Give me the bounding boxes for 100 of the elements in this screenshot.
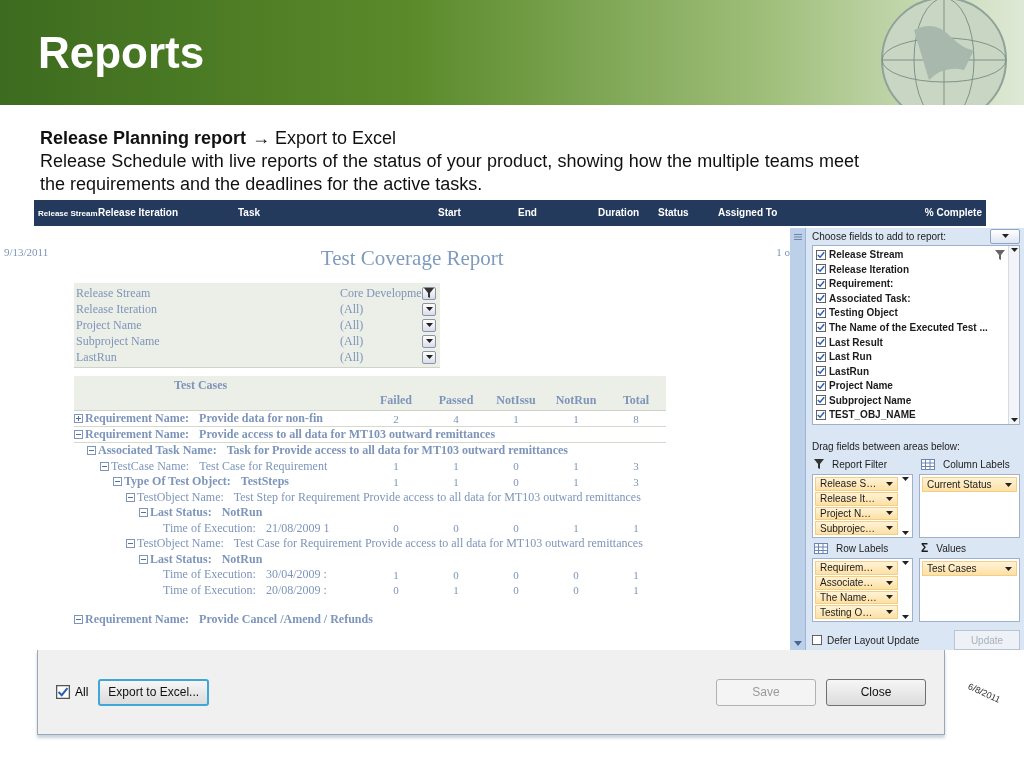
- row-value: 21/08/2009 1: [265, 520, 330, 536]
- column-header: Start: [438, 207, 462, 219]
- filter-label: Project Name: [76, 317, 143, 333]
- field-label[interactable]: Subproject Name: [829, 394, 1005, 406]
- row-label: Time of Execution:: [163, 582, 256, 598]
- field-label[interactable]: Release Stream: [829, 249, 992, 261]
- expand-icon[interactable]: [74, 414, 83, 423]
- drop-area[interactable]: Release S… Release It… Project N… Subprojec…: [812, 474, 913, 538]
- checkbox-label: All: [75, 685, 89, 699]
- collapse-icon[interactable]: [126, 539, 135, 549]
- field-chip[interactable]: Release It…: [815, 491, 898, 506]
- caret-icon: [886, 496, 893, 501]
- field-label[interactable]: Requirement:: [829, 278, 1005, 290]
- drop-area[interactable]: Current Status: [919, 474, 1020, 538]
- report-title: Test Coverage Report: [320, 246, 504, 271]
- checkbox[interactable]: [56, 685, 70, 699]
- checkbox[interactable]: [816, 293, 826, 304]
- field-chip[interactable]: Project N…: [815, 506, 898, 521]
- field-chip[interactable]: Testing O…: [815, 605, 898, 619]
- export-button[interactable]: Export to Excel...: [98, 678, 210, 706]
- field-chip[interactable]: Subprojec…: [815, 521, 898, 535]
- table-cell-text: 1: [572, 522, 580, 535]
- drop-area[interactable]: Test Cases: [919, 558, 1020, 622]
- caret-icon: [425, 307, 433, 311]
- dialog-button[interactable]: Close: [826, 678, 926, 706]
- column-header: NotIssu: [495, 393, 537, 408]
- table-cell-text: 0: [392, 522, 400, 535]
- table-cell-text: 0: [572, 584, 580, 597]
- caret-icon: [1005, 482, 1012, 487]
- checkbox[interactable]: [816, 337, 826, 347]
- row-label: Associated Task Name:: [98, 443, 217, 459]
- field-label[interactable]: Testing Object: [829, 307, 1005, 319]
- row-value: Provide access to all data for MT103 outward remittances: [199, 427, 496, 442]
- filter-dropdown[interactable]: [422, 286, 436, 300]
- field-label[interactable]: Release Iteration: [829, 263, 1005, 275]
- table-cell-text: 0: [512, 584, 520, 597]
- checkbox[interactable]: [812, 635, 822, 645]
- collapse-icon[interactable]: [113, 477, 122, 487]
- column-header: Failed: [379, 393, 413, 408]
- filter-dropdown[interactable]: [422, 350, 436, 364]
- field-chip[interactable]: Test Cases: [922, 561, 1017, 576]
- field-label[interactable]: Last Result: [829, 336, 1005, 348]
- collapse-icon[interactable]: [100, 461, 109, 471]
- filter-value: (All): [340, 349, 365, 365]
- field-label[interactable]: Associated Task:: [829, 292, 1005, 304]
- column-header: Duration: [598, 207, 641, 219]
- filter-dropdown[interactable]: [422, 302, 436, 316]
- field-label[interactable]: Last Run: [829, 351, 1005, 363]
- checkbox[interactable]: [816, 351, 826, 362]
- field-chip[interactable]: The Name…: [815, 590, 898, 605]
- row-value: TestSteps: [240, 474, 289, 490]
- field-chip[interactable]: Associate…: [815, 575, 898, 590]
- collapse-icon[interactable]: [139, 554, 148, 564]
- caret-icon: [886, 595, 893, 600]
- table-cell-text: 4: [452, 412, 460, 425]
- field-chip[interactable]: Release S…: [815, 477, 898, 491]
- table-cell-text: 1: [572, 475, 580, 488]
- checkbox[interactable]: [816, 249, 826, 260]
- field-label[interactable]: The Name of the Executed Test ...: [829, 322, 1005, 333]
- area-title: Row Labels: [836, 542, 889, 554]
- field-label[interactable]: LastRun: [829, 365, 1005, 377]
- checkbox[interactable]: [816, 366, 826, 377]
- table-cell-text: 0: [452, 522, 460, 535]
- row-value: 20/08/2009 :: [265, 582, 327, 598]
- collapse-icon[interactable]: [139, 508, 148, 518]
- checkbox[interactable]: [816, 395, 826, 406]
- field-label[interactable]: Project Name: [829, 380, 1005, 392]
- filter-label: LastRun: [76, 349, 118, 365]
- row-label: Requirement Name:: [85, 411, 190, 426]
- layout-button[interactable]: [990, 228, 1020, 244]
- collapse-icon[interactable]: [87, 446, 96, 456]
- checkbox-label: Defer Layout Update: [827, 634, 920, 646]
- row-value: Task for Provide access to all data for MT103 outward remittances: [226, 443, 568, 459]
- checkbox[interactable]: [816, 264, 826, 275]
- checkbox[interactable]: [816, 322, 826, 333]
- row-value: Provide data for non-fin: [199, 411, 323, 426]
- collapse-icon[interactable]: [74, 615, 83, 625]
- table-cell-text: 0: [452, 568, 460, 581]
- scrollbar[interactable]: [790, 228, 806, 650]
- filter-dropdown[interactable]: [422, 318, 436, 332]
- table-cell-text: 1: [392, 475, 400, 488]
- filter-dropdown[interactable]: [422, 334, 436, 348]
- field-chip[interactable]: Current Status: [922, 477, 1017, 492]
- row-value: NotRun: [221, 505, 263, 521]
- scroll-down-icon[interactable]: [793, 641, 802, 646]
- export-link[interactable]: → Export to Excel: [252, 127, 397, 150]
- field-chip[interactable]: Requirem…: [815, 561, 898, 575]
- checkbox[interactable]: [816, 307, 826, 318]
- checkbox[interactable]: [816, 278, 826, 289]
- collapse-icon[interactable]: [126, 492, 135, 502]
- collapse-icon[interactable]: [74, 430, 83, 439]
- drop-area[interactable]: Requirem… Associate… The Name… Testing O…: [812, 558, 913, 622]
- checkbox[interactable]: [816, 409, 826, 420]
- table-cell-text: 3: [632, 475, 640, 488]
- checkbox[interactable]: [816, 380, 826, 391]
- column-header: Task: [238, 207, 262, 219]
- caret-icon: [886, 565, 893, 570]
- scrollbar[interactable]: [1008, 245, 1019, 424]
- areas-heading: Drag fields between areas below:: [812, 441, 961, 452]
- field-label[interactable]: TEST_OBJ_NAME: [829, 409, 1005, 421]
